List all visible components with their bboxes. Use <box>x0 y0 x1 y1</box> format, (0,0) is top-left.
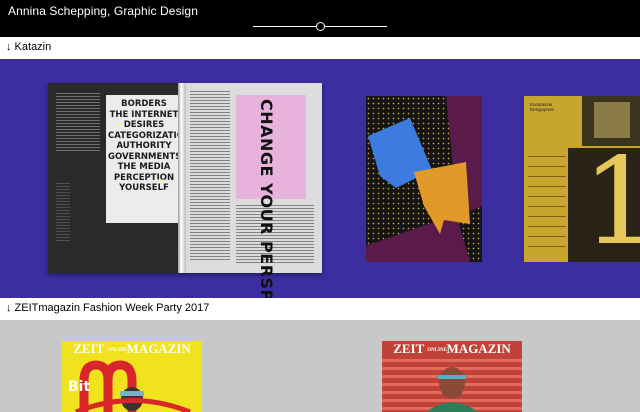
yellow-number-poster-image[interactable]: Konstanzer Designpreis 1 <box>524 96 640 262</box>
poster-words: BORDERS THE INTERNET DESIRES CATEGORIZAT… <box>108 99 192 194</box>
section-title[interactable]: ↓ ZEITmagazin Fashion Week Party 2017 <box>6 302 209 315</box>
text-block <box>56 183 70 243</box>
spread-spine <box>178 83 186 273</box>
section-header-katazin[interactable]: ↓ Katazin <box>0 37 640 59</box>
figure-visor <box>438 375 466 379</box>
zeitmagazin-cover-yellow[interactable]: ZEIT ONLINE MAGAZIN Bit <box>62 341 202 412</box>
figure-head <box>439 367 465 399</box>
magazine-spread-image[interactable]: BORDERS THE INTERNET DESIRES CATEGORIZAT… <box>48 83 322 298</box>
spread-right-page: CHANGE YOUR PERSPECTIVE <box>182 83 322 298</box>
top-bar: Annina Schepping, Graphic Design <box>0 0 640 37</box>
katazin-gallery[interactable]: BORDERS THE INTERNET DESIRES CATEGORIZAT… <box>0 59 640 298</box>
poster-word: PERCEPTION <box>113 172 175 183</box>
poster-word: AUTHORITY <box>116 141 172 151</box>
poster-word: BORDERS <box>121 99 167 109</box>
zeitmagazin-cover-red[interactable]: ZEIT ONLINE MAGAZIN <box>382 341 522 412</box>
pink-title-panel: CHANGE YOUR PERSPECTIVE <box>236 95 306 298</box>
neon-scribble: ~ <box>114 117 124 130</box>
poster-word: GOVERNMENTS <box>108 151 182 162</box>
slider-thumb[interactable] <box>315 22 325 31</box>
poster-word: THE MEDIA <box>117 162 171 172</box>
cover-art <box>75 360 191 412</box>
section-header-zeitmagazin[interactable]: ↓ ZEITmagazin Fashion Week Party 2017 <box>0 298 640 320</box>
gallery-slider[interactable] <box>253 22 387 32</box>
poster-words-box: BORDERS THE INTERNET DESIRES CATEGORIZAT… <box>106 95 192 223</box>
neon-scribble: ~ <box>156 173 166 186</box>
poster-word: YOURSELF <box>119 183 169 193</box>
zeitmagazin-gallery[interactable]: ZEIT ONLINE MAGAZIN Bit ZEIT ONLINE MAGA… <box>0 320 640 412</box>
poster-big-number: 1 <box>582 133 640 263</box>
geometric-shapes <box>366 96 482 262</box>
text-block <box>190 91 230 261</box>
poster-word: CATEGORIZATION <box>108 130 192 141</box>
poster-rules <box>528 156 566 256</box>
figure-glasses <box>120 391 144 396</box>
cover-word: Bit <box>68 379 91 395</box>
masthead-right: MAGAZIN <box>446 341 511 356</box>
site-title[interactable]: Annina Schepping, Graphic Design <box>8 4 198 18</box>
figure-shoulders <box>426 402 478 412</box>
spread-left-page: BORDERS THE INTERNET DESIRES CATEGORIZAT… <box>48 83 192 273</box>
orange-shape <box>414 162 470 234</box>
cover-masthead: ZEIT ONLINE MAGAZIN <box>382 342 522 356</box>
text-block <box>56 93 100 153</box>
section-title[interactable]: ↓ Katazin <box>6 41 51 54</box>
vertical-title: CHANGE YOUR PERSPECTIVE <box>257 99 276 298</box>
masthead-left: ZEIT <box>393 341 425 356</box>
masthead-small: ONLINE <box>427 347 448 353</box>
geometric-poster-image[interactable] <box>366 96 482 262</box>
